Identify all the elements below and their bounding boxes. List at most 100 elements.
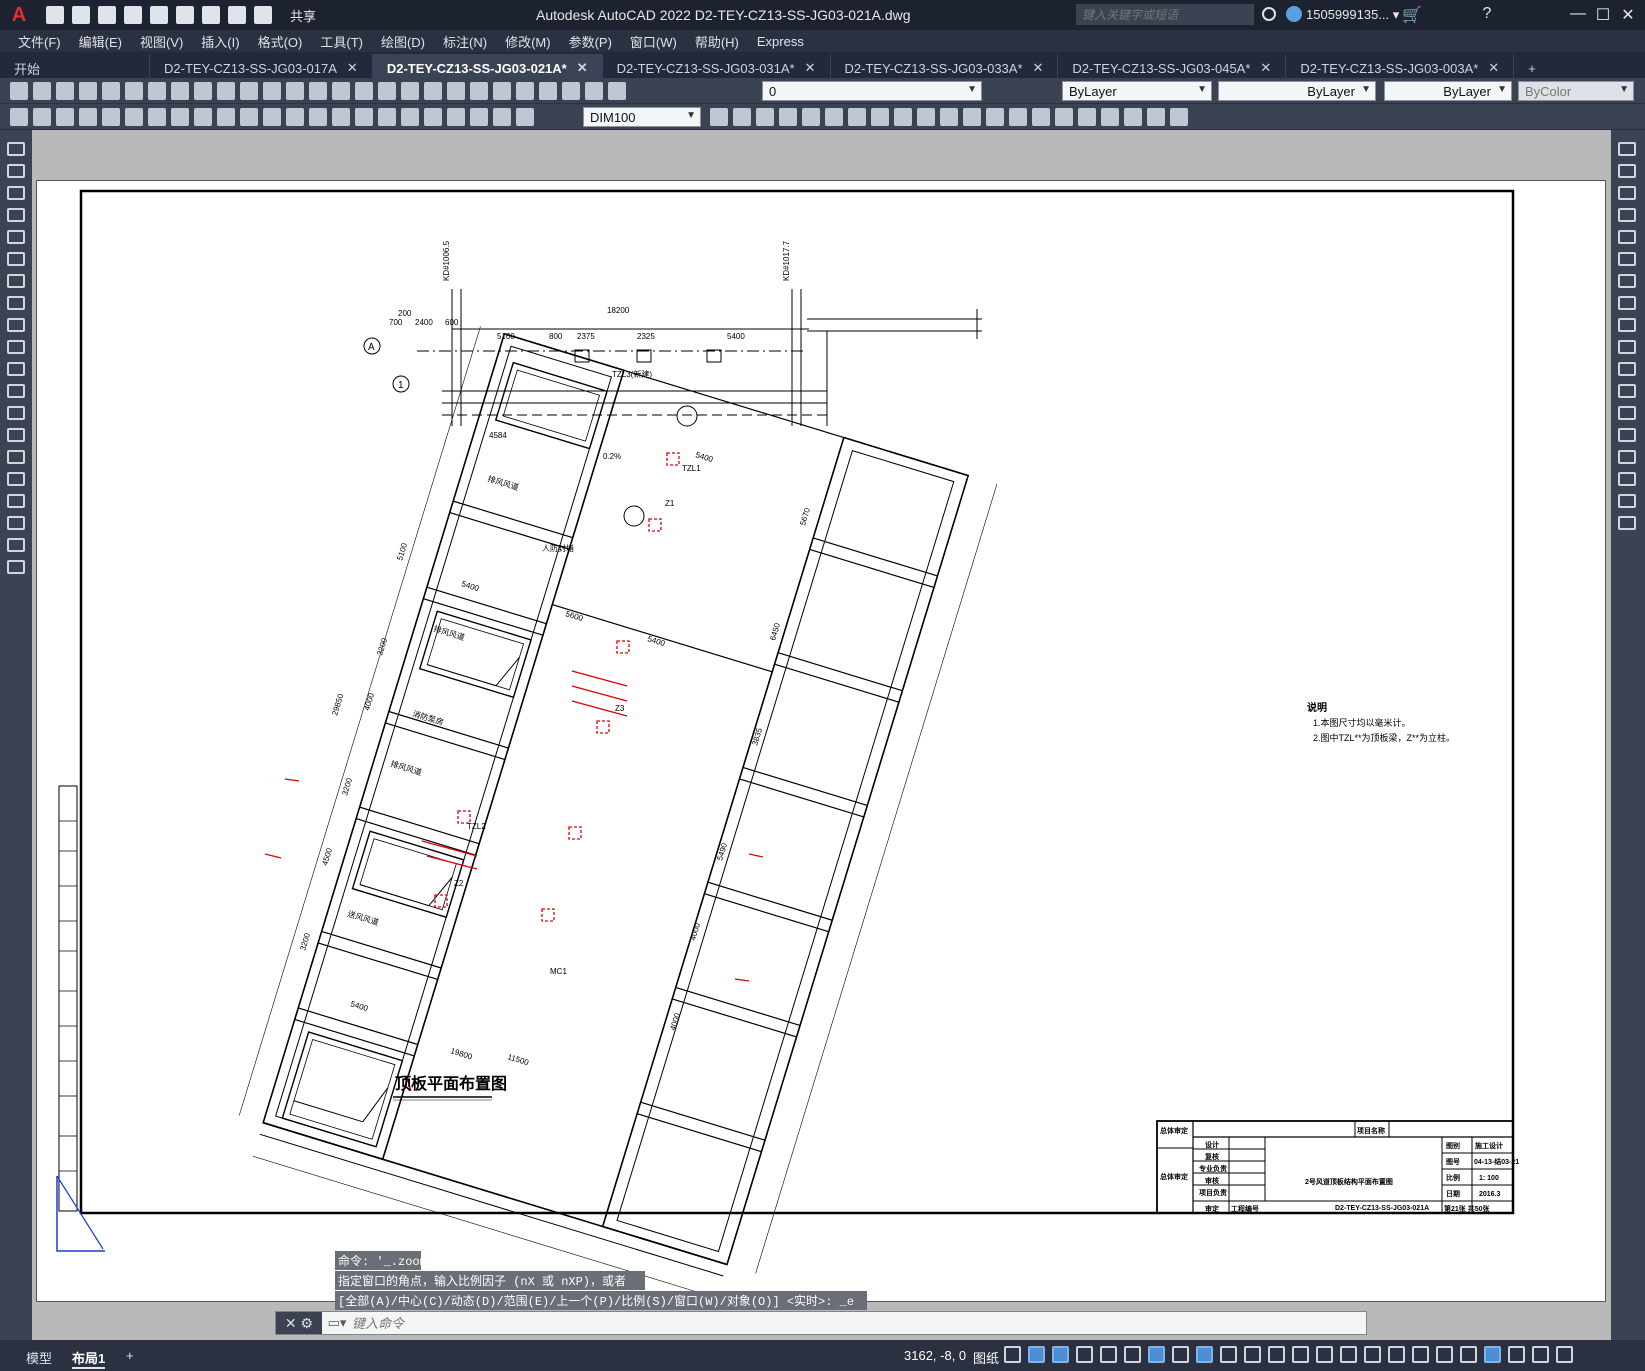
torus-icon[interactable] (848, 108, 866, 126)
revision-cloud-icon[interactable] (7, 296, 25, 310)
paper-space-toggle[interactable]: 图纸 (973, 1348, 999, 1367)
calculator-icon[interactable] (516, 82, 534, 100)
zoom-realtime-icon[interactable] (332, 82, 350, 100)
object-snap-icon[interactable] (1148, 1346, 1165, 1363)
gradient-icon[interactable] (7, 472, 25, 486)
offset-icon[interactable] (1618, 208, 1636, 222)
layer-dropdown[interactable]: 0 ▼ (762, 81, 982, 101)
box-icon[interactable] (733, 108, 751, 126)
drawing-viewport[interactable]: KD#1006.5 KD#1017.7 A 1 200 700 2400 600… (32, 130, 1611, 1340)
extrude-icon[interactable] (940, 108, 958, 126)
redo-icon[interactable] (254, 6, 272, 24)
tolerance-icon[interactable] (378, 108, 396, 126)
menu-help[interactable]: 帮助(H) (695, 32, 739, 51)
make-block-icon[interactable] (7, 406, 25, 420)
3d-rotate-icon[interactable] (1147, 108, 1165, 126)
explode-icon[interactable] (1618, 516, 1636, 530)
new-tab-icon[interactable]: + (1514, 54, 1550, 78)
customization-icon[interactable] (1556, 1346, 1573, 1363)
layer-on-icon[interactable] (562, 82, 580, 100)
selection-cycling-icon[interactable] (1220, 1346, 1237, 1363)
preview-icon[interactable] (102, 82, 120, 100)
menu-parametric[interactable]: 参数(P) (569, 32, 612, 51)
linear-dim-icon[interactable] (79, 108, 97, 126)
loft-icon[interactable] (1032, 108, 1050, 126)
plot-icon[interactable] (79, 82, 97, 100)
lock-ui-icon[interactable] (1460, 1346, 1477, 1363)
selection-filter-icon[interactable] (1292, 1346, 1309, 1363)
menu-insert[interactable]: 插入(I) (201, 32, 239, 51)
pan-icon[interactable] (309, 82, 327, 100)
tab-start[interactable]: 开始 (0, 54, 150, 78)
region-icon[interactable] (7, 494, 25, 508)
tab-model[interactable]: 模型 (26, 1348, 52, 1367)
mtext-icon[interactable] (7, 538, 25, 552)
subtract-icon[interactable] (1078, 108, 1096, 126)
arc-length-icon[interactable] (125, 108, 143, 126)
polygon-icon[interactable] (7, 208, 25, 222)
3d-align-icon[interactable] (1170, 108, 1188, 126)
save-icon[interactable] (98, 6, 116, 24)
scale-icon[interactable] (1618, 296, 1636, 310)
text-front-icon[interactable] (33, 108, 51, 126)
tool-palettes-icon[interactable] (447, 82, 465, 100)
command-close-icon[interactable]: ✕ ⚙ (276, 1312, 322, 1334)
tab-file[interactable]: D2-TEY-CZ13-SS-JG03-045A* ✕ (1058, 54, 1287, 78)
properties-icon[interactable] (401, 82, 419, 100)
menu-file[interactable]: 文件(F) (18, 32, 61, 51)
presspull-icon[interactable] (963, 108, 981, 126)
tab-file[interactable]: D2-TEY-CZ13-SS-JG03-003A* ✕ (1286, 54, 1515, 78)
undo-icon[interactable] (228, 6, 246, 24)
open-icon[interactable] (33, 82, 51, 100)
plotstyle-dropdown[interactable]: ByColor ▼ (1518, 81, 1634, 101)
plot-icon[interactable] (202, 6, 220, 24)
3d-move-icon[interactable] (1124, 108, 1142, 126)
fillet-icon[interactable] (1618, 472, 1636, 486)
layer-lock-icon[interactable] (608, 82, 626, 100)
rectangle-icon[interactable] (7, 230, 25, 244)
menu-tools[interactable]: 工具(T) (320, 32, 363, 51)
insert-block-icon[interactable] (7, 384, 25, 398)
extend-icon[interactable] (1618, 362, 1636, 376)
sweep-icon[interactable] (986, 108, 1004, 126)
copy-object-icon[interactable] (1618, 164, 1636, 178)
share-button[interactable]: 共享 (290, 6, 316, 25)
close-tab-icon[interactable]: ✕ (1260, 60, 1271, 76)
isolate-objects-icon[interactable] (1484, 1346, 1501, 1363)
help-icon[interactable] (539, 82, 557, 100)
menu-draw[interactable]: 绘图(D) (381, 32, 425, 51)
tab-file-active[interactable]: D2-TEY-CZ13-SS-JG03-021A* ✕ (372, 54, 603, 78)
close-tab-icon[interactable]: ✕ (1488, 60, 1499, 76)
copy-icon[interactable] (194, 82, 212, 100)
point-icon[interactable] (7, 428, 25, 442)
user-icon[interactable] (1286, 6, 1302, 22)
dim-text-edit-icon[interactable] (493, 108, 511, 126)
hatch-back-icon[interactable] (56, 108, 74, 126)
hardware-acceleration-icon[interactable] (1508, 1346, 1525, 1363)
minimize-button[interactable]: — (1566, 5, 1590, 23)
break-point-icon[interactable] (1618, 384, 1636, 398)
helix-icon[interactable] (894, 108, 912, 126)
blend-icon[interactable] (1618, 494, 1636, 508)
zoom-previous-icon[interactable] (378, 82, 396, 100)
save-as-icon[interactable] (124, 6, 142, 24)
continue-dim-icon[interactable] (309, 108, 327, 126)
radius-dim-icon[interactable] (171, 108, 189, 126)
dimstyle-icon[interactable] (710, 108, 728, 126)
add-layout-button[interactable]: + (126, 1348, 134, 1363)
tab-file[interactable]: D2-TEY-CZ13-SS-JG03-031A* ✕ (603, 54, 831, 78)
planar-surface-icon[interactable] (917, 108, 935, 126)
dim-break-icon[interactable] (355, 108, 373, 126)
menu-edit[interactable]: 编辑(E) (79, 32, 122, 51)
close-tab-icon[interactable]: ✕ (805, 60, 816, 76)
quick-dim-icon[interactable] (263, 108, 281, 126)
new-icon[interactable] (10, 82, 28, 100)
close-tab-icon[interactable]: ✕ (347, 60, 358, 76)
erase-icon[interactable] (1618, 142, 1636, 156)
zoom-window-icon[interactable] (355, 82, 373, 100)
color-dropdown[interactable]: ByLayer ▼ (1062, 81, 1212, 101)
pyramid-icon[interactable] (871, 108, 889, 126)
wedge-icon[interactable] (756, 108, 774, 126)
command-input[interactable] (352, 1315, 1252, 1331)
open-web-icon[interactable] (150, 6, 168, 24)
